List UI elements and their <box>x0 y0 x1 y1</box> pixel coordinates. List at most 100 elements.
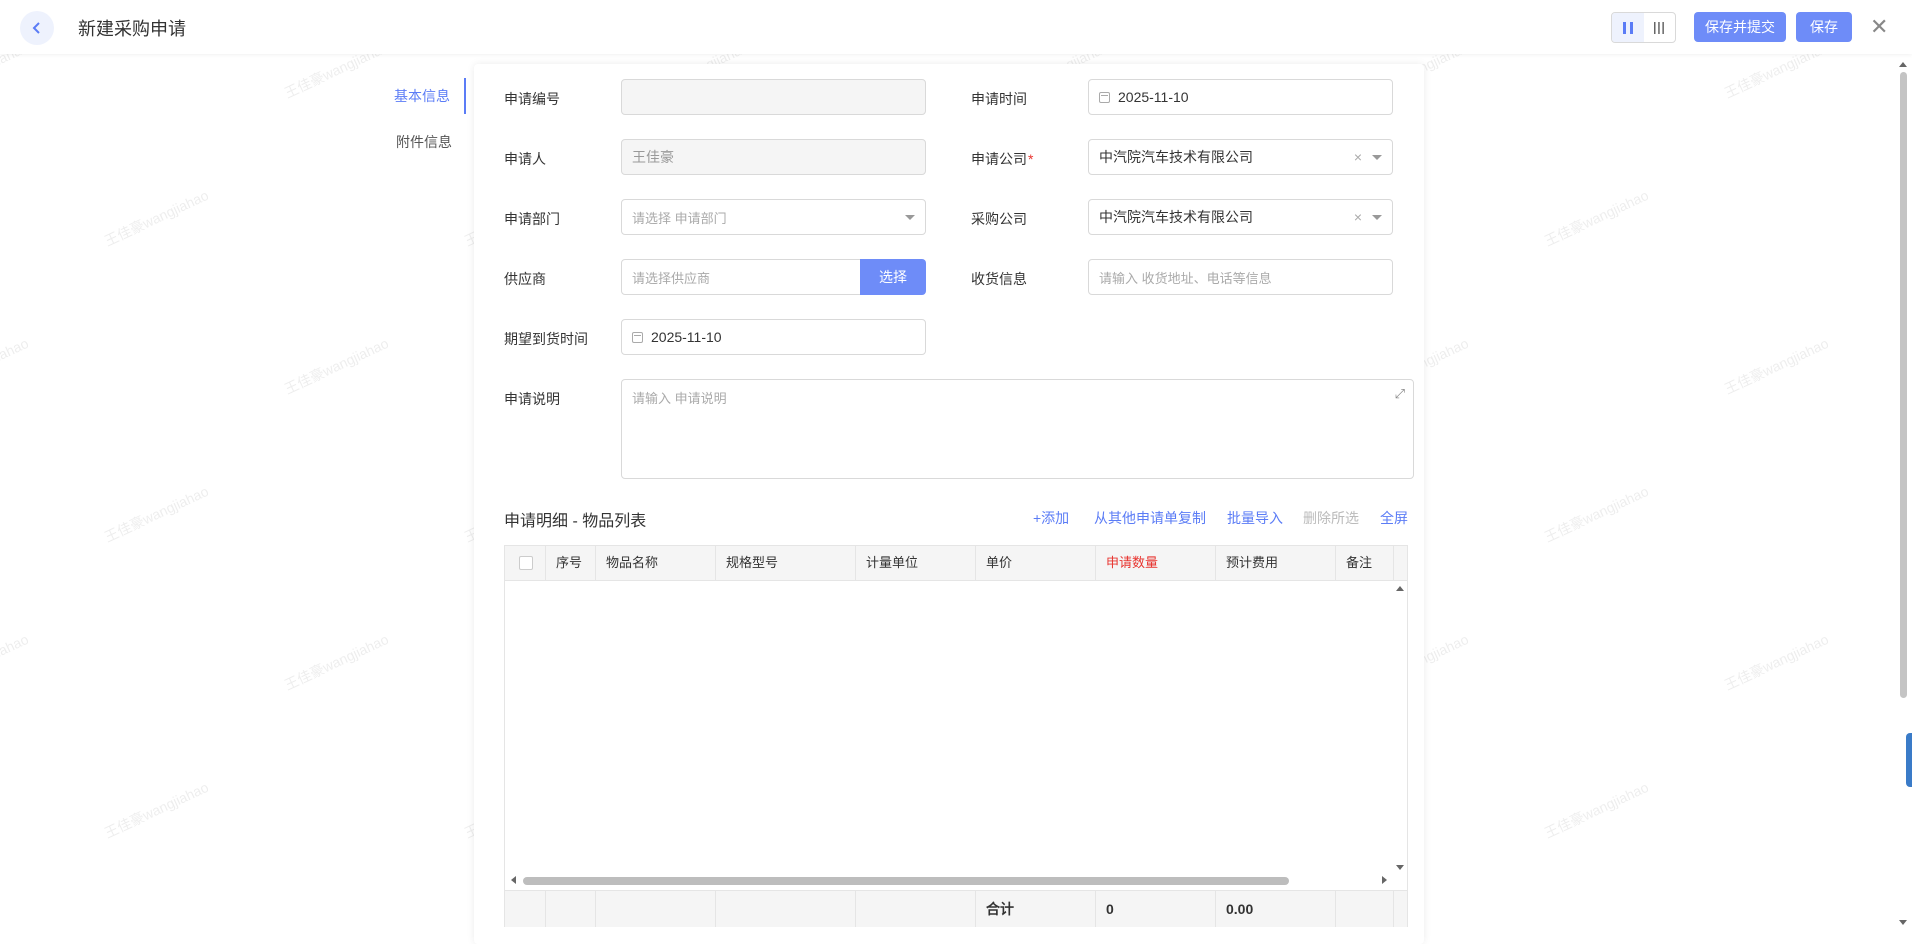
detail-section-title: 申请明细 - 物品列表 <box>504 513 647 530</box>
watermark-text: 王佳豪wangjiahao <box>281 334 391 398</box>
applicant-label: 申请人 <box>504 151 546 167</box>
save-button[interactable]: 保存 <box>1796 12 1852 42</box>
apply-time-label: 申请时间 <box>971 91 1027 107</box>
choose-supplier-button[interactable]: 选择 <box>860 259 926 295</box>
footer-total-label: 合计 <box>976 891 1096 927</box>
purchase-company-label: 采购公司 <box>971 211 1027 227</box>
delete-selected-link[interactable]: 删除所选 <box>1303 508 1359 528</box>
save-and-submit-button[interactable]: 保存并提交 <box>1694 12 1786 42</box>
footer-cell <box>505 891 546 927</box>
apply-company-label-text: 申请公司 <box>971 151 1027 167</box>
supplier-placeholder: 请选择供应商 <box>632 270 711 286</box>
scroll-down-icon[interactable] <box>1396 865 1404 870</box>
footer-cell <box>716 891 856 927</box>
watermark-text: 王佳豪wangjiahao <box>1721 630 1831 694</box>
two-column-view-button[interactable] <box>1612 13 1644 42</box>
scroll-right-icon[interactable] <box>1382 876 1387 884</box>
watermark-text: 王佳豪wangjiahao <box>101 186 211 250</box>
col-header-price: 单价 <box>976 546 1096 580</box>
expected-date-label: 期望到货时间 <box>504 331 588 347</box>
grid-horizontal-scrollbar[interactable] <box>505 872 1393 888</box>
apply-no-label: 申请编号 <box>504 91 560 107</box>
applicant-field[interactable]: 王佳豪 <box>621 139 926 175</box>
horizontal-scroll-thumb[interactable] <box>523 877 1289 885</box>
page-scrollbar[interactable] <box>1900 72 1907 698</box>
col-header-seq: 序号 <box>546 546 596 580</box>
description-placeholder: 请输入 申请说明 <box>632 391 727 406</box>
watermark-text: 王佳豪wangjiahao <box>1541 778 1651 842</box>
required-mark: * <box>1028 151 1034 167</box>
close-icon[interactable]: ✕ <box>1870 15 1888 39</box>
footer-cell <box>596 891 716 927</box>
scroll-left-icon[interactable] <box>511 876 516 884</box>
description-textarea[interactable]: 请输入 申请说明 ⤢ <box>621 379 1414 479</box>
expand-icon[interactable]: ⤢ <box>1395 386 1405 402</box>
watermark-text: 王佳豪wangjiahao <box>0 334 31 398</box>
footer-cost-total: 0.00 <box>1216 891 1336 927</box>
supplier-label: 供应商 <box>504 271 546 287</box>
apply-company-value: 中汽院汽车技术有限公司 <box>1099 149 1253 165</box>
purchase-company-value: 中汽院汽车技术有限公司 <box>1099 209 1253 225</box>
apply-time-field[interactable]: 2025-11-10 <box>1088 79 1393 115</box>
grid-footer: 合计 0 0.00 <box>505 890 1407 927</box>
apply-dept-placeholder: 请选择 申请部门 <box>632 210 727 226</box>
calendar-icon <box>1099 91 1110 103</box>
receiving-placeholder: 请输入 收货地址、电话等信息 <box>1099 270 1272 286</box>
apply-dept-label: 申请部门 <box>504 211 560 227</box>
scroll-up-icon[interactable] <box>1396 586 1404 591</box>
col-header-unit: 计量单位 <box>856 546 976 580</box>
clear-icon[interactable]: × <box>1354 209 1362 225</box>
col-header-remark: 备注 <box>1336 546 1394 580</box>
chevron-down-icon <box>1372 215 1382 220</box>
footer-cell <box>856 891 976 927</box>
anchor-attachments[interactable]: 附件信息 <box>380 124 466 160</box>
select-all-cell <box>505 546 546 580</box>
back-button[interactable] <box>20 11 54 45</box>
receiving-label: 收货信息 <box>971 271 1027 287</box>
three-column-icon <box>1654 21 1665 34</box>
watermark-text: 王佳豪wangjiahao <box>0 630 31 694</box>
apply-no-field[interactable] <box>621 79 926 115</box>
top-bar: 新建采购申请 保存并提交 保存 ✕ <box>0 0 1912 54</box>
select-all-checkbox[interactable] <box>519 556 533 570</box>
add-item-link[interactable]: +添加 <box>1033 508 1069 528</box>
anchor-nav: 基本信息 附件信息 <box>380 78 466 170</box>
watermark-text: 王佳豪wangjiahao <box>281 630 391 694</box>
footer-cell <box>1336 891 1394 927</box>
clear-icon[interactable]: × <box>1354 149 1362 165</box>
page-scroll-down-icon[interactable] <box>1899 920 1907 925</box>
anchor-basic-info[interactable]: 基本信息 <box>380 78 466 114</box>
supplier-field[interactable]: 请选择供应商 <box>621 259 861 295</box>
col-header-spec: 规格型号 <box>716 546 856 580</box>
watermark-text: 王佳豪wangjiahao <box>1721 334 1831 398</box>
calendar-icon <box>632 331 643 343</box>
apply-dept-select[interactable]: 请选择 申请部门 <box>621 199 926 235</box>
watermark-text: 王佳豪wangjiahao <box>1541 186 1651 250</box>
purchase-company-select[interactable]: 中汽院汽车技术有限公司 × <box>1088 199 1393 235</box>
apply-company-select[interactable]: 中汽院汽车技术有限公司 × <box>1088 139 1393 175</box>
batch-import-link[interactable]: 批量导入 <box>1227 508 1283 528</box>
col-header-quantity: 申请数量 <box>1096 546 1216 580</box>
page-title: 新建采购申请 <box>78 19 186 39</box>
col-header-item-name: 物品名称 <box>596 546 716 580</box>
grid-vertical-scrollbar[interactable] <box>1393 580 1407 876</box>
layout-view-toggle <box>1611 12 1676 43</box>
footer-cell <box>546 891 596 927</box>
side-drawer-handle[interactable] <box>1906 733 1912 787</box>
expected-date-field[interactable]: 2025-11-10 <box>621 319 926 355</box>
receiving-field[interactable]: 请输入 收货地址、电话等信息 <box>1088 259 1393 295</box>
footer-quantity-total: 0 <box>1096 891 1216 927</box>
page-scroll-up-icon[interactable] <box>1899 62 1907 67</box>
expected-date-value: 2025-11-10 <box>651 329 722 345</box>
watermark-text: 王佳豪wangjiahao <box>101 482 211 546</box>
watermark-text: 王佳豪wangjiahao <box>1541 482 1651 546</box>
description-label: 申请说明 <box>504 391 560 407</box>
apply-company-label: 申请公司* <box>971 149 1033 169</box>
grid-header: 序号 物品名称 规格型号 计量单位 单价 申请数量 预计费用 备注 <box>505 546 1407 581</box>
three-column-view-button[interactable] <box>1644 13 1676 42</box>
copy-from-other-link[interactable]: 从其他申请单复制 <box>1094 508 1206 528</box>
chevron-down-icon <box>905 215 915 220</box>
chevron-left-icon <box>32 22 40 34</box>
fullscreen-link[interactable]: 全屏 <box>1380 508 1408 528</box>
two-column-icon <box>1622 21 1633 34</box>
